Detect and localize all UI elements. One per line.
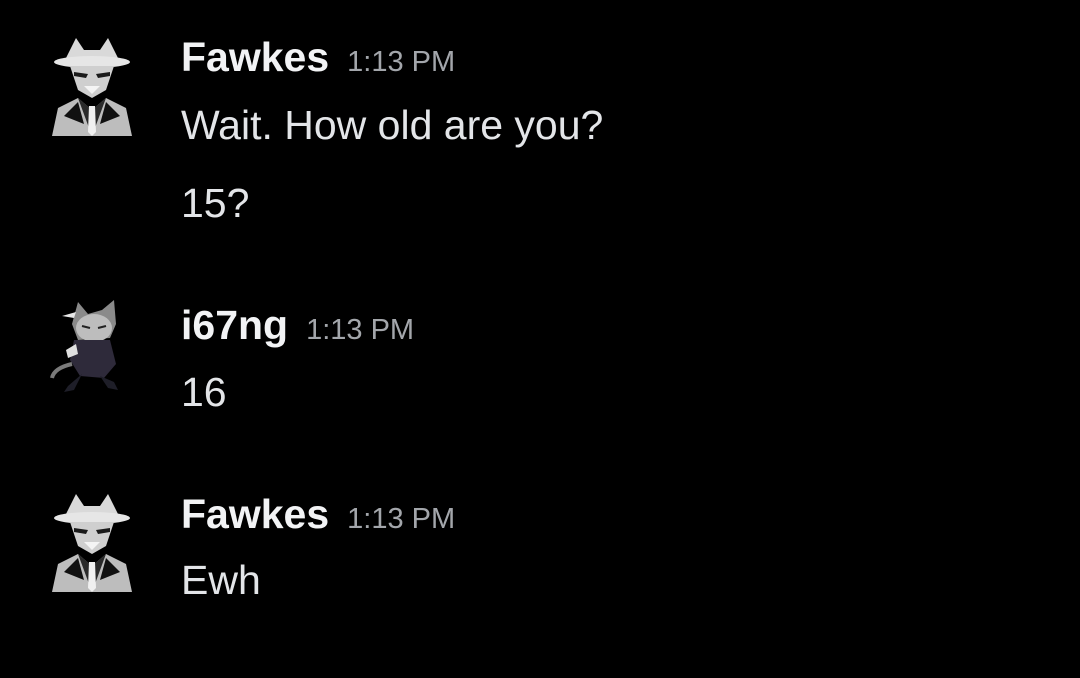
timestamp[interactable]: 1:13 PM (306, 314, 414, 346)
username[interactable]: Fawkes (181, 34, 329, 80)
message-text: Ewh (181, 557, 261, 603)
message-text: 16 (181, 369, 227, 415)
message-text: Wait. How old are you? (181, 102, 604, 148)
username[interactable]: i67ng (181, 302, 288, 348)
fox-in-suit-avatar-icon[interactable] (44, 32, 140, 136)
message-header: Fawkes 1:13 PM (181, 491, 455, 538)
anime-cat-character-avatar-icon[interactable] (44, 294, 140, 398)
username[interactable]: Fawkes (181, 491, 329, 537)
fox-in-suit-avatar-icon[interactable] (44, 488, 140, 592)
timestamp[interactable]: 1:13 PM (347, 46, 455, 78)
message-header: i67ng 1:13 PM (181, 302, 414, 349)
chat-message-list: Fawkes 1:13 PM Wait. How old are you? 15? (0, 0, 1080, 678)
timestamp[interactable]: 1:13 PM (347, 503, 455, 535)
message-header: Fawkes 1:13 PM (181, 34, 455, 81)
message-text: 15? (181, 180, 250, 226)
